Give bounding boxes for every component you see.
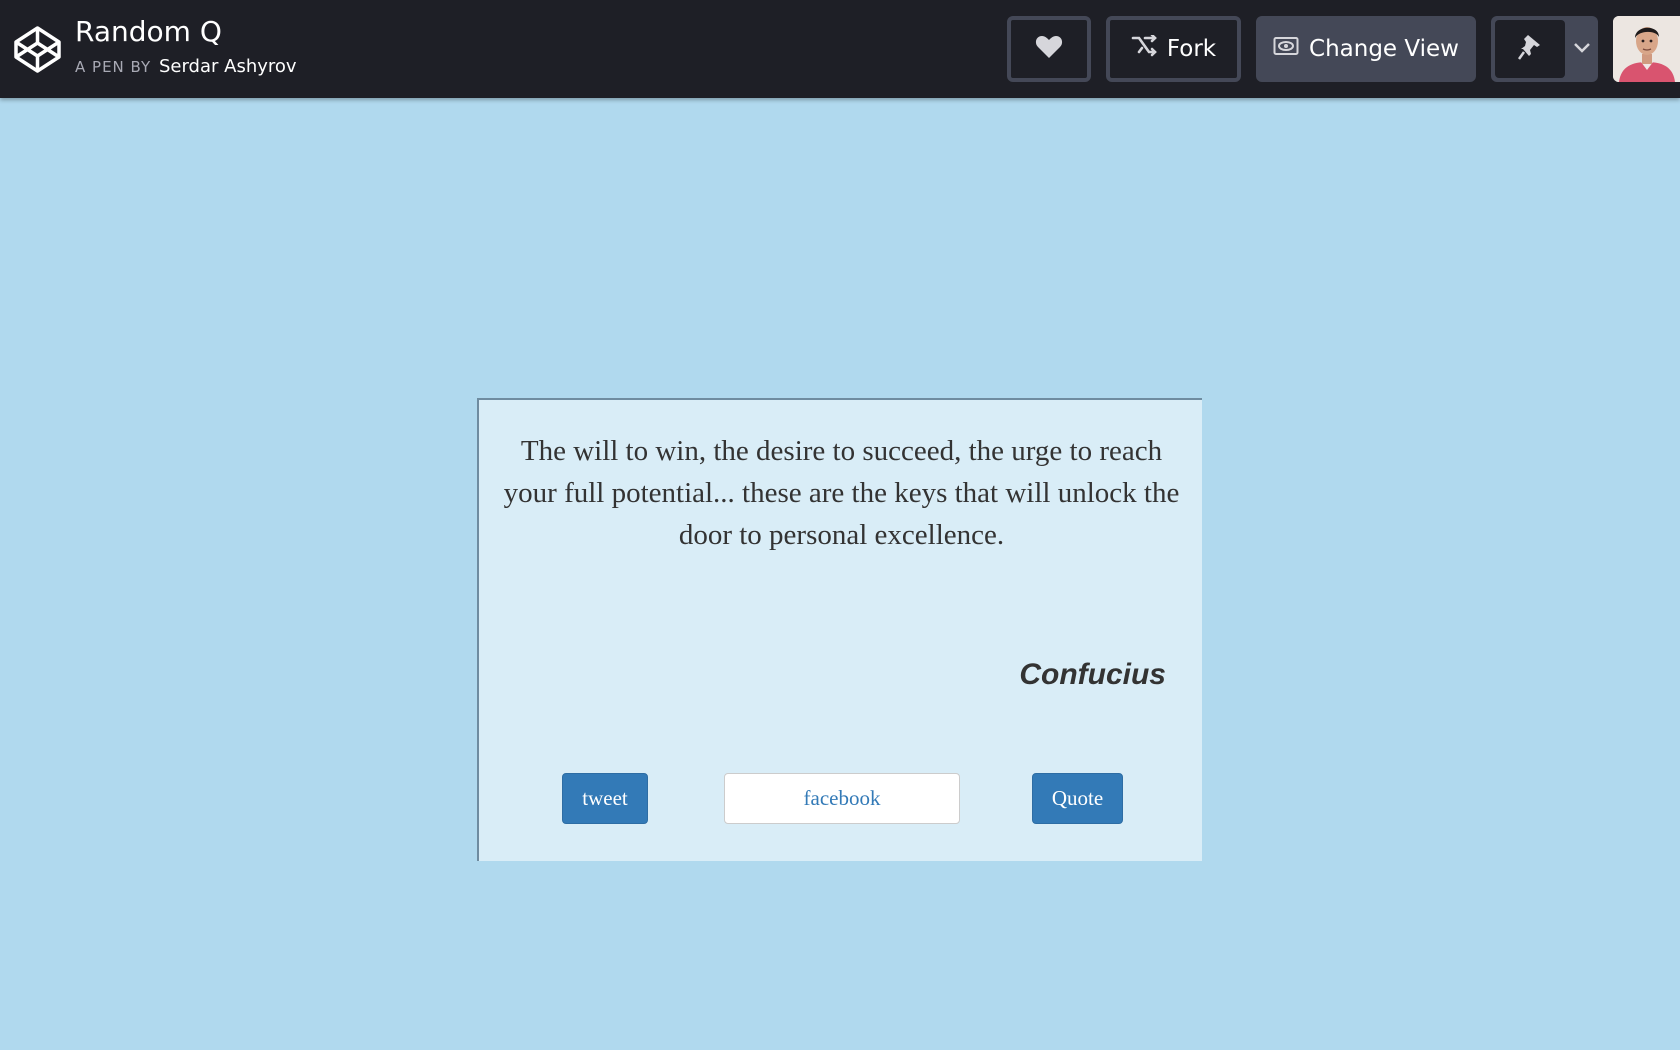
chevron-down-icon	[1573, 40, 1591, 58]
quote-text: The will to win, the desire to succeed, …	[503, 435, 1180, 551]
pen-title: Random Q	[75, 15, 222, 48]
new-quote-button[interactable]: Quote	[1032, 773, 1123, 824]
pen-byline: A PEN BY Serdar Ashyrov	[75, 56, 297, 77]
pen-title-block: Random Q A PEN BY Serdar Ashyrov	[75, 14, 297, 77]
codepen-logo-icon[interactable]	[13, 25, 62, 74]
pen-header: Random Q A PEN BY Serdar Ashyrov Fork Ch…	[0, 0, 1680, 98]
pin-icon	[1517, 33, 1542, 66]
quote-card: The will to win, the desire to succeed, …	[477, 398, 1202, 861]
byline-prefix: A PEN BY	[75, 58, 152, 76]
pin-options-button[interactable]	[1565, 16, 1598, 82]
heart-icon	[1035, 34, 1063, 65]
eye-icon	[1273, 36, 1299, 62]
fork-label: Fork	[1166, 36, 1217, 62]
like-button[interactable]	[1007, 16, 1091, 82]
fork-button[interactable]: Fork	[1106, 16, 1241, 82]
quote-author: Confucius	[1019, 658, 1166, 691]
facebook-button[interactable]: facebook	[724, 773, 960, 824]
user-avatar[interactable]	[1613, 16, 1680, 82]
fork-icon	[1131, 33, 1157, 63]
author-link[interactable]: Serdar Ashyrov	[159, 56, 297, 77]
change-view-button[interactable]: Change View	[1256, 16, 1476, 82]
tweet-button[interactable]: tweet	[562, 773, 648, 824]
change-view-label: Change View	[1309, 36, 1459, 62]
pin-button-group	[1491, 16, 1598, 82]
pin-button[interactable]	[1495, 20, 1565, 78]
